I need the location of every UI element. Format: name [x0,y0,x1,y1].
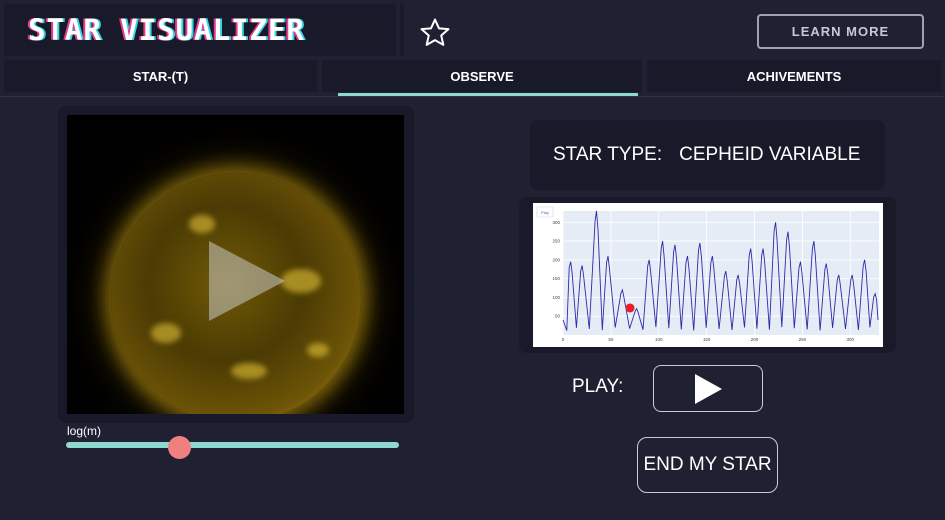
sun-video[interactable] [67,115,404,414]
end-my-star-button[interactable]: END MY STAR [637,437,778,493]
x-tick-label: 200 [751,337,759,342]
slider-label: log(m) [67,424,102,438]
sun-flare [231,363,267,379]
chart-panel: 0 50 100 150 200 250 300 50 100 150 200 250 300 Play [519,197,896,353]
y-tick-label: 50 [555,314,561,319]
star-outline-icon [420,18,450,46]
favorite-star-button[interactable] [416,14,454,52]
star-type-panel: STAR TYPE: CEPHEID VARIABLE [530,120,885,190]
y-tick-label: 250 [552,239,560,244]
app-title: STAR VISUALIZER [28,13,305,47]
sun-flare [307,343,329,357]
tab-bar: STAR-(T) OBSERVE ACHIVEMENTS [0,58,945,98]
play-icon [695,373,722,404]
current-position-marker [625,303,635,313]
y-tick-label: 200 [552,257,560,262]
light-curve-svg: 0 50 100 150 200 250 30050100150200250300 Play [533,203,883,347]
star-type-value: CEPHEID VARIABLE [679,144,861,165]
mass-slider-thumb[interactable] [167,436,191,459]
header: STAR VISUALIZER LEARN MORE [0,0,945,58]
play-button[interactable] [653,365,763,412]
tab-achivements[interactable]: ACHIVEMENTS [647,60,941,92]
x-tick-label: 250 [799,337,807,342]
play-label: PLAY: [572,376,624,397]
tab-observe[interactable]: OBSERVE [322,60,642,92]
y-tick-label: 300 [552,220,560,225]
sun-flare [281,269,321,293]
mass-slider-track[interactable] [66,442,399,448]
x-tick-label: 150 [703,337,711,342]
modebar-play[interactable]: Play [536,206,554,218]
star-type-label: STAR TYPE: [553,144,663,165]
y-tick-label: 100 [552,295,560,300]
light-curve-chart[interactable]: 0 50 100 150 200 250 300 50 100 150 200 250 300 Play [533,203,883,347]
video-play-button[interactable] [207,239,287,328]
x-tick-label: 50 [608,337,614,342]
app-title-box: STAR VISUALIZER [4,4,396,56]
play-icon [209,241,285,321]
tab-star-t[interactable]: STAR-(T) [4,60,317,92]
divider [400,4,404,56]
tabs-divider [0,96,945,97]
x-tick-label: 300 [847,337,855,342]
video-panel [58,106,414,423]
modebar-play-label: Play [541,210,549,215]
sun-flare [151,323,181,343]
x-tick-label: 100 [655,337,663,342]
learn-more-button[interactable]: LEARN MORE [757,14,924,49]
y-tick-label: 150 [552,276,560,281]
sun-flare [189,215,215,233]
